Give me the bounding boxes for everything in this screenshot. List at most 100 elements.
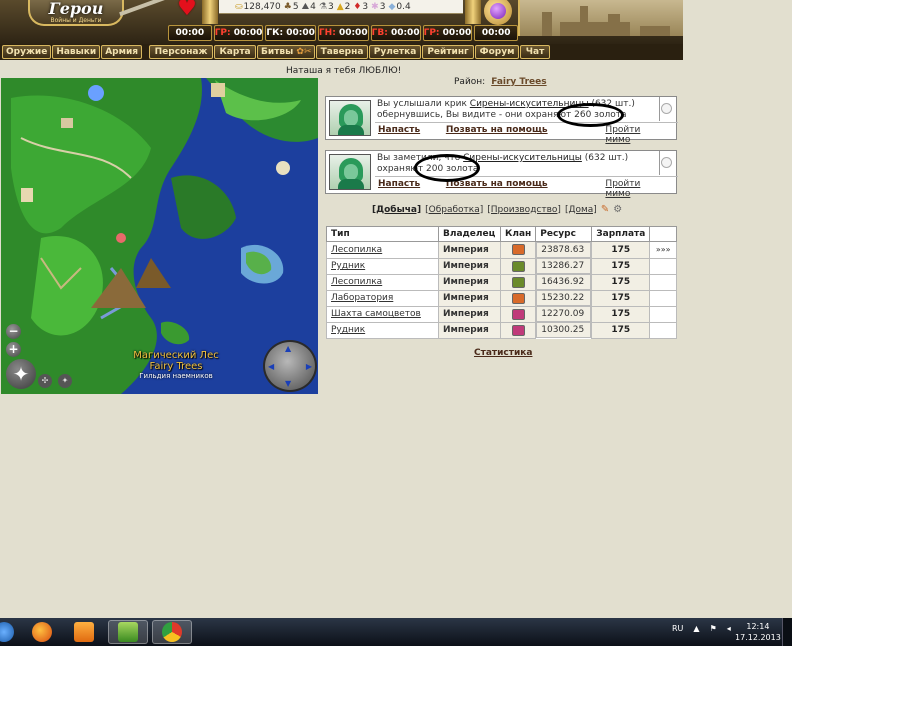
object-type-link[interactable]: Лаборатория xyxy=(326,289,439,307)
language-indicator[interactable]: RU xyxy=(672,624,683,633)
timer[interactable]: 00:00 xyxy=(168,25,212,41)
resource-mercury: ⚗ 3 xyxy=(319,2,334,12)
object-resource: 12270.09 xyxy=(536,306,592,322)
pass-by-link[interactable]: Пройти мимо xyxy=(605,179,668,199)
timer[interactable]: ГН: 00:00 xyxy=(317,25,369,41)
map-navigation-dial[interactable]: ▲ ▼ ◀ ▶ xyxy=(263,340,317,392)
more-link[interactable]: »»» xyxy=(649,241,677,259)
volume-icon[interactable]: ◂ xyxy=(727,624,731,633)
system-clock[interactable]: 12:14 17.12.2013 xyxy=(735,621,781,643)
arrow-west-icon[interactable]: ◀ xyxy=(268,362,274,371)
clock-date: 17.12.2013 xyxy=(735,633,781,642)
resource-value: 0.4 xyxy=(396,1,411,12)
arrow-north-icon[interactable]: ▲ xyxy=(285,344,291,353)
attack-link[interactable]: Напасть xyxy=(378,179,446,199)
object-pay: 175 xyxy=(591,289,651,307)
magic-orb-icon[interactable] xyxy=(484,0,512,25)
nav-weapons[interactable]: Оружие xyxy=(2,45,52,59)
district-name-link[interactable]: Fairy Trees xyxy=(491,77,546,87)
col-type: Тип xyxy=(326,226,439,242)
resource-wood: ♣ 5 xyxy=(284,2,299,12)
resource-value: 5 xyxy=(292,1,299,12)
battles-icon: ✿✂ xyxy=(296,47,312,57)
nav-forum[interactable]: Форум xyxy=(475,45,520,59)
event-card: Вы услышали крик Сирены-искусительницы (… xyxy=(325,96,678,145)
timer-label: ГР: xyxy=(423,28,440,38)
object-pay: 175 xyxy=(591,321,651,339)
show-desktop-button[interactable] xyxy=(782,618,792,646)
chrome-icon[interactable] xyxy=(152,620,192,644)
clan-badge-icon[interactable] xyxy=(511,324,525,336)
map-shop-icon[interactable]: ✎ xyxy=(601,204,609,215)
game-app-icon[interactable] xyxy=(108,620,148,644)
firefox-icon[interactable] xyxy=(22,620,62,644)
table-header-row: Тип Владелец Клан Ресурс Зарплата xyxy=(326,226,677,242)
clan-badge-icon[interactable] xyxy=(511,276,525,288)
action-center-icon[interactable]: ⚑ xyxy=(710,624,717,633)
statistics-link[interactable]: Статистика xyxy=(474,348,532,358)
compass-button[interactable]: ✦ xyxy=(6,359,36,389)
media-player-icon[interactable] xyxy=(64,620,104,644)
clock-time: 12:14 xyxy=(746,622,770,631)
tab-houses[interactable]: [Дома] xyxy=(565,205,597,215)
timer[interactable]: ГК: 00:00 xyxy=(265,25,316,41)
arrow-east-icon[interactable]: ▶ xyxy=(306,362,312,371)
monster-link[interactable]: Сирены-искусительницы xyxy=(463,153,582,163)
tab-mining[interactable]: [Добыча] xyxy=(372,205,421,215)
tab-processing[interactable]: [Обработка] xyxy=(425,205,483,215)
object-type-link[interactable]: Шахта самоцветов xyxy=(326,305,439,323)
nav-skills[interactable]: Навыки xyxy=(52,45,101,59)
timer[interactable]: ГР: 00:00 xyxy=(422,25,473,41)
nav-roulette[interactable]: Рулетка xyxy=(369,45,422,59)
timer[interactable]: 00:00 xyxy=(474,25,519,41)
tray-expand-icon[interactable]: ▲ xyxy=(693,624,699,633)
call-help-link[interactable]: Позвать на помощь xyxy=(446,179,606,199)
nav-map[interactable]: Карта xyxy=(214,45,257,59)
nav-battles[interactable]: Битвы ✿✂ xyxy=(257,45,316,59)
object-type-link[interactable]: Рудник xyxy=(326,257,439,275)
game-logo[interactable]: Герои Войны и Деньги xyxy=(28,0,124,26)
object-tabs: [Добыча] [Обработка] [Производство] [Дом… xyxy=(372,204,622,215)
object-owner: Империя xyxy=(438,289,501,307)
tab-production[interactable]: [Производство] xyxy=(487,205,561,215)
event-radio[interactable] xyxy=(661,103,672,114)
ore-icon: ⛰ xyxy=(301,1,310,12)
zoom-in-button[interactable]: + xyxy=(6,342,21,357)
resource-value: 3 xyxy=(362,1,369,12)
nav-rating[interactable]: Рейтинг xyxy=(422,45,475,59)
nav-tavern[interactable]: Таверна xyxy=(316,45,369,59)
portal-icon[interactable]: ✦ xyxy=(58,374,72,388)
object-pay: 175 xyxy=(591,241,651,259)
clan-badge-icon[interactable] xyxy=(511,308,525,320)
move-icon[interactable]: ✣ xyxy=(38,374,52,388)
col-clan: Клан xyxy=(499,226,537,242)
timer[interactable]: ГР: 00:00 xyxy=(213,25,264,41)
object-type-link[interactable]: Лесопилка xyxy=(326,273,439,291)
nav-character[interactable]: Персонаж xyxy=(149,45,214,59)
event-radio[interactable] xyxy=(661,157,672,168)
clan-badge-icon[interactable] xyxy=(511,260,525,272)
nav-chat[interactable]: Чат xyxy=(520,45,551,59)
attack-link[interactable]: Напасть xyxy=(378,125,446,145)
timer[interactable]: ГВ: 00:00 xyxy=(370,25,421,41)
world-map[interactable]: − + ✦ ✣ ✦ Магический Лес Fairy Trees Гил… xyxy=(1,78,318,394)
settings-icon[interactable]: ⚙ xyxy=(613,204,622,215)
clan-badge-icon[interactable] xyxy=(511,292,525,304)
divider xyxy=(659,151,660,175)
timer-label: ГК: xyxy=(266,28,284,38)
arrow-south-icon[interactable]: ▼ xyxy=(285,379,291,388)
call-help-link[interactable]: Позвать на помощь xyxy=(446,125,606,145)
object-type-link[interactable]: Лесопилка xyxy=(326,241,439,259)
start-button[interactable] xyxy=(0,620,24,644)
clan-badge-icon[interactable] xyxy=(511,244,525,256)
zoom-out-button[interactable]: − xyxy=(6,324,21,339)
pass-by-link[interactable]: Пройти мимо xyxy=(605,125,668,145)
event-actions: Напасть Позвать на помощь Пройти мимо xyxy=(378,179,674,199)
resource-ore: ⛰ 4 xyxy=(302,2,316,12)
event-card: Вы заметили, что Сирены-искусительницы (… xyxy=(325,150,678,199)
table-row: Шахта самоцветов Империя 12270.09 175 xyxy=(326,305,677,323)
object-type-link[interactable]: Рудник xyxy=(326,321,439,339)
nav-army[interactable]: Армия xyxy=(101,45,143,59)
siren-portrait xyxy=(329,154,371,190)
heart-icon[interactable]: ♥ xyxy=(174,0,200,20)
